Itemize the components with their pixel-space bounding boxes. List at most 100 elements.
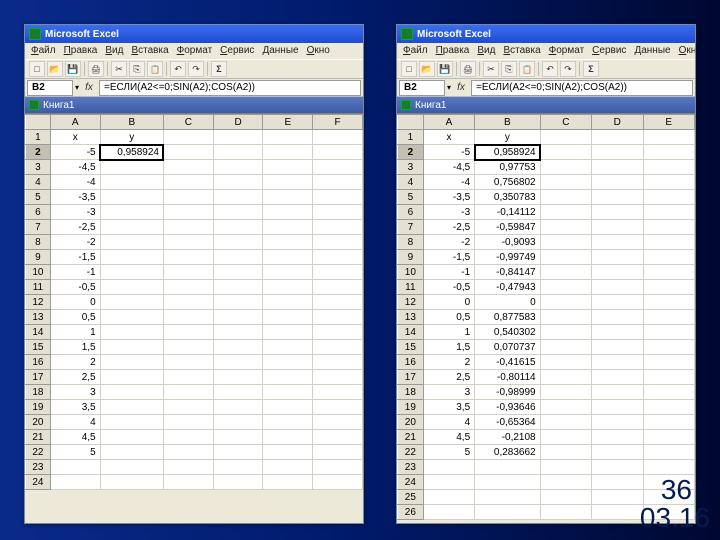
cell[interactable]	[313, 355, 363, 370]
menu-item[interactable]: Правка	[64, 45, 98, 57]
workbook-titlebar[interactable]: Книга1	[397, 97, 695, 113]
cell[interactable]: 1,5	[50, 340, 100, 355]
cell[interactable]	[100, 235, 163, 250]
new-icon[interactable]	[401, 61, 417, 77]
cell[interactable]	[423, 490, 474, 505]
cell[interactable]	[592, 175, 643, 190]
cell[interactable]	[163, 460, 213, 475]
cell[interactable]	[592, 400, 643, 415]
cell[interactable]: 1	[423, 325, 474, 340]
row-header[interactable]: 15	[398, 340, 424, 355]
cell[interactable]	[313, 340, 363, 355]
row-header[interactable]: 22	[26, 445, 51, 460]
cell[interactable]	[263, 370, 313, 385]
menu-item[interactable]: Правка	[436, 45, 470, 57]
cell[interactable]	[263, 460, 313, 475]
cell[interactable]: -3	[423, 205, 474, 220]
cell[interactable]	[100, 400, 163, 415]
menu-item[interactable]: Окно	[307, 45, 330, 57]
new-icon[interactable]	[29, 61, 45, 77]
cell[interactable]	[313, 385, 363, 400]
cell[interactable]: 4	[423, 415, 474, 430]
cell[interactable]	[100, 205, 163, 220]
cell[interactable]: -5	[423, 145, 474, 160]
cell[interactable]	[592, 415, 643, 430]
cut-icon[interactable]	[483, 61, 499, 77]
cell[interactable]: 0,756802	[475, 175, 540, 190]
cell[interactable]: 3,5	[423, 400, 474, 415]
cell[interactable]	[100, 280, 163, 295]
cell[interactable]	[163, 430, 213, 445]
cell[interactable]	[540, 205, 591, 220]
cell[interactable]: 5	[50, 445, 100, 460]
cell[interactable]	[313, 295, 363, 310]
dropdown-icon[interactable]: ▾	[75, 83, 79, 92]
cell[interactable]: -3	[50, 205, 100, 220]
cell[interactable]	[100, 175, 163, 190]
cell[interactable]	[643, 325, 695, 340]
cell[interactable]: -2,5	[423, 220, 474, 235]
cell[interactable]: -0,9093	[475, 235, 540, 250]
cell[interactable]	[643, 145, 695, 160]
row-header[interactable]: 9	[26, 250, 51, 265]
cell[interactable]: -1,5	[423, 250, 474, 265]
cell[interactable]	[213, 430, 263, 445]
cell[interactable]	[540, 430, 591, 445]
cell[interactable]	[263, 175, 313, 190]
cell[interactable]	[263, 310, 313, 325]
row-header[interactable]: 14	[398, 325, 424, 340]
save-icon[interactable]	[65, 61, 81, 77]
cell[interactable]	[100, 250, 163, 265]
menu-item[interactable]: Окно	[679, 45, 695, 57]
cell[interactable]	[423, 460, 474, 475]
row-header[interactable]: 10	[26, 265, 51, 280]
cell[interactable]	[163, 325, 213, 340]
cell[interactable]	[540, 445, 591, 460]
cell[interactable]	[263, 445, 313, 460]
cell[interactable]	[540, 280, 591, 295]
cell[interactable]	[643, 370, 695, 385]
row-header[interactable]: 15	[26, 340, 51, 355]
cell[interactable]: 0,958924	[475, 145, 540, 160]
menu-item[interactable]: Формат	[549, 45, 585, 57]
copy-icon[interactable]	[501, 61, 517, 77]
cell[interactable]	[643, 415, 695, 430]
cell[interactable]	[263, 265, 313, 280]
cell[interactable]	[592, 385, 643, 400]
cell[interactable]	[592, 325, 643, 340]
cell[interactable]	[263, 160, 313, 175]
titlebar[interactable]: Microsoft Excel	[25, 25, 363, 43]
cell[interactable]	[643, 340, 695, 355]
cell[interactable]	[100, 310, 163, 325]
titlebar[interactable]: Microsoft Excel	[397, 25, 695, 43]
cell[interactable]	[313, 205, 363, 220]
cell[interactable]: y	[100, 130, 163, 145]
cell[interactable]	[263, 205, 313, 220]
row-header[interactable]: 4	[398, 175, 424, 190]
row-header[interactable]: 8	[26, 235, 51, 250]
cell[interactable]: 0,5	[423, 310, 474, 325]
cell[interactable]	[263, 430, 313, 445]
menu-item[interactable]: Данные	[262, 45, 298, 57]
cell[interactable]	[540, 265, 591, 280]
row-header[interactable]: 6	[398, 205, 424, 220]
cell[interactable]: 0	[423, 295, 474, 310]
cell[interactable]: 0,877583	[475, 310, 540, 325]
cell[interactable]	[643, 310, 695, 325]
cell[interactable]	[163, 385, 213, 400]
cell[interactable]	[163, 310, 213, 325]
cell[interactable]	[643, 130, 695, 145]
cell[interactable]	[540, 250, 591, 265]
cell[interactable]	[50, 460, 100, 475]
cell[interactable]	[643, 400, 695, 415]
col-header[interactable]: A	[423, 115, 474, 130]
cell[interactable]	[263, 355, 313, 370]
cell[interactable]	[313, 445, 363, 460]
menu-item[interactable]: Формат	[177, 45, 213, 57]
col-header[interactable]: C	[540, 115, 591, 130]
row-header[interactable]: 4	[26, 175, 51, 190]
cell[interactable]: -0,5	[423, 280, 474, 295]
name-box[interactable]: B2	[399, 80, 445, 96]
select-all-corner[interactable]	[398, 115, 424, 130]
cell[interactable]	[313, 265, 363, 280]
